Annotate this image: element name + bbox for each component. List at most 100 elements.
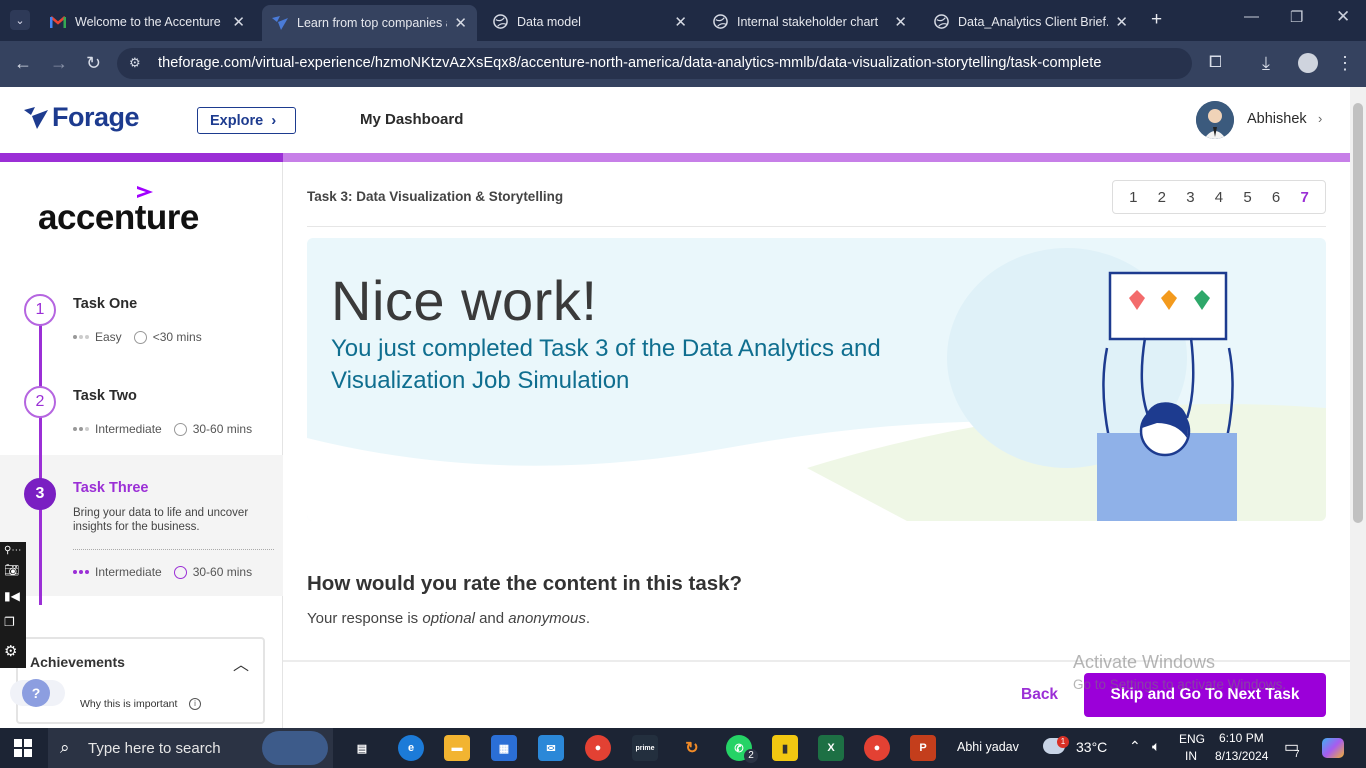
profile-avatar-icon[interactable] <box>1298 53 1318 73</box>
task-three-step-number[interactable]: 3 <box>24 478 56 510</box>
windows-start-icon[interactable] <box>14 739 32 762</box>
reload-icon[interactable]: ↻ <box>86 53 101 74</box>
new-tab-button[interactable]: + <box>1151 9 1162 31</box>
forage-logo-text: Forage <box>52 102 140 132</box>
tab-data-model[interactable]: Data model ✕ <box>482 6 697 37</box>
page-3[interactable]: 3 <box>1186 189 1194 206</box>
scrollbar-thumb[interactable] <box>1353 103 1363 523</box>
prime-video-icon[interactable]: prime <box>632 735 658 761</box>
avatar[interactable] <box>1196 101 1234 139</box>
tab-search-button[interactable]: ⌄ <box>10 10 30 30</box>
back-arrow-icon[interactable]: ← <box>14 53 32 74</box>
task-header: Task 3: Data Visualization & Storytellin… <box>307 189 564 204</box>
pin-icon[interactable]: ⚲⋯ <box>4 545 22 559</box>
power-bi-icon[interactable]: ▮ <box>772 735 798 761</box>
copy-icon[interactable]: ❐ <box>4 615 22 629</box>
task-two-title[interactable]: Task Two <box>73 388 137 404</box>
mail-icon[interactable]: ✉ <box>538 735 564 761</box>
divider <box>307 226 1326 227</box>
back-button[interactable]: Back <box>1021 686 1058 704</box>
rating-sub-suffix: . <box>585 610 591 627</box>
page-6[interactable]: 6 <box>1272 189 1280 206</box>
difficulty-dots-icon <box>73 570 89 574</box>
progress-bar-track <box>283 153 1350 162</box>
minimize-icon[interactable]: — <box>1244 8 1259 25</box>
hero-subtitle: You just completed Task 3 of the Data An… <box>331 335 881 394</box>
activation-watermark-subtitle: Go to Settings to activate Windows. <box>1073 677 1287 692</box>
excel-icon[interactable]: X <box>818 735 844 761</box>
why-important-text[interactable]: Why this is important <box>80 698 177 710</box>
chrome-profile-icon[interactable]: ● <box>864 735 890 761</box>
taskbar-search-placeholder[interactable]: Type here to search <box>88 740 221 757</box>
language-top[interactable]: ENG <box>1179 732 1205 746</box>
globe-icon <box>712 14 728 30</box>
user-name[interactable]: Abhishek <box>1247 111 1307 127</box>
rating-sub-and: and <box>474 610 509 627</box>
clock-date[interactable]: 8/13/2024 <box>1215 749 1268 763</box>
copilot-icon[interactable] <box>1322 738 1344 758</box>
close-icon[interactable]: ✕ <box>232 13 245 31</box>
menu-kebab-icon[interactable]: ⋮ <box>1336 53 1354 74</box>
task-view-icon[interactable]: ▤ <box>349 735 375 761</box>
close-icon[interactable]: ✕ <box>1115 13 1128 31</box>
task-three-level: Intermediate <box>95 565 162 579</box>
forward-arrow-icon[interactable]: → <box>50 53 68 74</box>
site-info-icon[interactable]: ⚙ <box>129 55 141 71</box>
page-7[interactable]: 7 <box>1300 189 1308 206</box>
chrome-icon[interactable]: ● <box>585 735 611 761</box>
forage-icon <box>272 15 288 31</box>
task-one-step-number[interactable]: 1 <box>24 294 56 326</box>
page-5[interactable]: 5 <box>1243 189 1251 206</box>
my-dashboard-link[interactable]: My Dashboard <box>360 111 463 128</box>
close-icon[interactable]: ✕ <box>894 13 907 31</box>
task-one-title[interactable]: Task One <box>73 296 137 312</box>
difficulty-dots-icon <box>73 335 89 339</box>
close-icon[interactable]: ✕ <box>454 14 467 32</box>
download-icon[interactable]: ⤓ <box>1262 53 1270 74</box>
search-highlight-icon <box>262 731 328 765</box>
extensions-icon[interactable]: ⧠ <box>1209 54 1222 72</box>
page-1[interactable]: 1 <box>1129 189 1137 206</box>
close-icon[interactable]: ✕ <box>674 13 687 31</box>
microsoft-store-icon[interactable]: ▦ <box>491 735 517 761</box>
sync-icon[interactable]: ↻ <box>679 735 705 761</box>
tab-gmail[interactable]: Welcome to the Accenture N ✕ <box>40 6 255 37</box>
window-close-icon[interactable]: ✕ <box>1336 7 1350 27</box>
explore-label: Explore <box>210 112 264 129</box>
chevron-up-icon[interactable]: ︿ <box>233 651 249 675</box>
tab-forage[interactable]: Learn from top companies a ✕ <box>262 5 477 41</box>
tab-stakeholder-chart[interactable]: Internal stakeholder chart ✕ <box>702 6 917 37</box>
forage-logo[interactable]: Forage <box>24 102 140 133</box>
activation-watermark-title: Activate Windows <box>1073 652 1216 672</box>
clock-time[interactable]: 6:10 PM <box>1219 731 1264 745</box>
file-explorer-icon[interactable]: ▬ <box>444 735 470 761</box>
step-pager: 1 2 3 4 5 6 7 <box>1112 180 1326 214</box>
edge-icon[interactable]: e <box>398 735 424 761</box>
url-text[interactable]: theforage.com/virtual-experience/hzmoNKt… <box>158 55 1101 71</box>
whatsapp-badge: 2 <box>744 749 758 763</box>
language-bottom[interactable]: IN <box>1185 749 1197 763</box>
task-three-title[interactable]: Task Three <box>73 480 149 496</box>
weather-temp[interactable]: 33°C <box>1076 739 1107 755</box>
tab-client-brief[interactable]: Data_Analytics Client Brief.p ✕ <box>923 6 1138 37</box>
video-icon[interactable]: ▮◀ <box>4 589 22 603</box>
company-name: accenture <box>38 198 199 237</box>
page-2[interactable]: 2 <box>1158 189 1166 206</box>
gear-icon[interactable]: ⚙ <box>4 642 22 660</box>
task-three-meta: Intermediate 30-60 mins <box>73 565 252 579</box>
help-icon[interactable]: ? <box>22 679 50 707</box>
chevron-up-icon[interactable]: ⌃ <box>1129 738 1141 755</box>
page-4[interactable]: 4 <box>1215 189 1223 206</box>
taskbar-user[interactable]: Abhi yadav <box>957 740 1019 754</box>
task-two-step-number[interactable]: 2 <box>24 386 56 418</box>
achievements-title[interactable]: Achievements <box>30 654 125 670</box>
explore-button[interactable]: Explore › <box>197 107 296 134</box>
chevron-right-icon[interactable]: › <box>1318 111 1322 126</box>
info-icon[interactable]: i <box>189 698 201 710</box>
task-three-description: Bring your data to life and uncover insi… <box>73 507 249 533</box>
speaker-icon[interactable]: 🔈︎ <box>1152 738 1160 755</box>
search-icon: ⌕ <box>60 738 70 757</box>
camera-icon[interactable]: 📷︎ <box>4 563 22 577</box>
powerpoint-icon[interactable]: P <box>910 735 936 761</box>
restore-icon[interactable]: ❐ <box>1290 8 1303 26</box>
